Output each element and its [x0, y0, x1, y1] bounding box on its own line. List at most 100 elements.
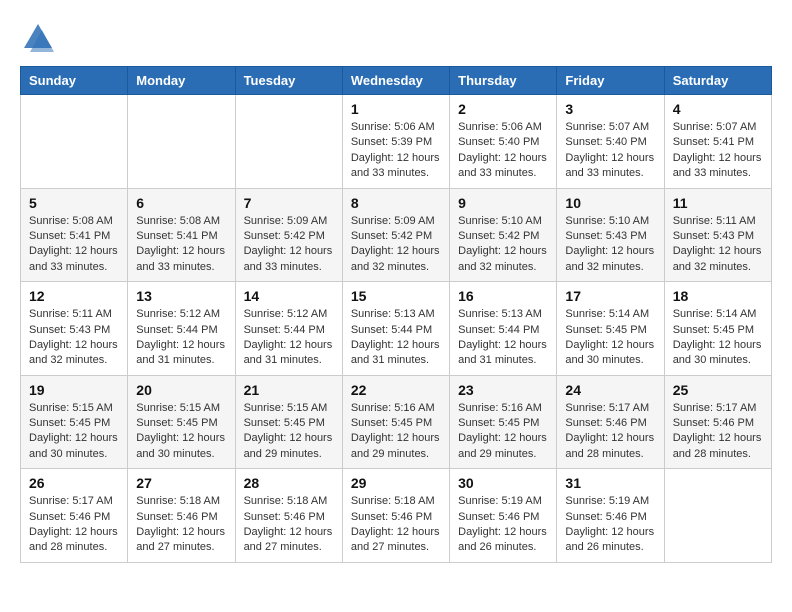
calendar-cell: 21 Sunrise: 5:15 AM Sunset: 5:45 PM Dayli…: [235, 375, 342, 469]
day-number: 30: [458, 475, 548, 491]
calendar-cell: 9Sunrise: 5:10 AM Sunset: 5:42 PM Daylig…: [450, 188, 557, 282]
day-info: Sunrise: 5:16 AM Sunset: 5:45 PM Dayligh…: [458, 401, 548, 463]
calendar-cell: 3 Sunrise: 5:07 AM Sunset: 5:40 PM Daylig…: [557, 95, 664, 189]
day-number: 27: [136, 475, 226, 491]
col-header-tuesday: Tuesday: [235, 67, 342, 95]
day-number: 10: [565, 195, 655, 211]
calendar-cell: 1Sunrise: 5:06 AM Sunset: 5:39 PM Daylig…: [342, 95, 449, 189]
calendar-cell: [664, 469, 771, 563]
day-info: Sunrise: 5:17 AM Sunset: 5:46 PM Dayligh…: [565, 401, 655, 463]
calendar-cell: 27 Sunrise: 5:18 AM Sunset: 5:46 PM Dayli…: [128, 469, 235, 563]
logo: [20, 20, 60, 56]
day-number: 15: [351, 288, 441, 304]
day-number: 17: [565, 288, 655, 304]
day-info: Sunrise: 5:14 AM Sunset: 5:45 PM Dayligh…: [673, 307, 763, 369]
day-info: Sunrise: 5:15 AM Sunset: 5:45 PM Dayligh…: [136, 401, 226, 463]
day-info: Sunrise: 5:15 AM Sunset: 5:45 PM Dayligh…: [244, 401, 334, 463]
day-info: Sunrise: 5:17 AM Sunset: 5:46 PM Dayligh…: [29, 494, 119, 556]
day-info: Sunrise: 5:11 AM Sunset: 5:43 PM Dayligh…: [673, 214, 763, 276]
calendar-cell: [235, 95, 342, 189]
day-info: Sunrise: 5:09 AM Sunset: 5:42 PM Dayligh…: [244, 214, 334, 276]
day-info: Sunrise: 5:13 AM Sunset: 5:44 PM Dayligh…: [351, 307, 441, 369]
col-header-friday: Friday: [557, 67, 664, 95]
day-number: 18: [673, 288, 763, 304]
day-number: 7: [244, 195, 334, 211]
day-number: 20: [136, 382, 226, 398]
calendar-week-5: 26Sunrise: 5:17 AM Sunset: 5:46 PM Dayli…: [21, 469, 772, 563]
calendar-week-3: 12Sunrise: 5:11 AM Sunset: 5:43 PM Dayli…: [21, 282, 772, 376]
calendar-cell: 2 Sunrise: 5:06 AM Sunset: 5:40 PM Daylig…: [450, 95, 557, 189]
logo-icon: [20, 20, 56, 56]
day-info: Sunrise: 5:18 AM Sunset: 5:46 PM Dayligh…: [351, 494, 441, 556]
day-info: Sunrise: 5:18 AM Sunset: 5:46 PM Dayligh…: [136, 494, 226, 556]
day-number: 4: [673, 101, 763, 117]
calendar-cell: 26Sunrise: 5:17 AM Sunset: 5:46 PM Dayli…: [21, 469, 128, 563]
calendar-cell: 28 Sunrise: 5:18 AM Sunset: 5:46 PM Dayli…: [235, 469, 342, 563]
day-number: 13: [136, 288, 226, 304]
day-info: Sunrise: 5:17 AM Sunset: 5:46 PM Dayligh…: [673, 401, 763, 463]
day-info: Sunrise: 5:10 AM Sunset: 5:42 PM Dayligh…: [458, 214, 548, 276]
day-info: Sunrise: 5:18 AM Sunset: 5:46 PM Dayligh…: [244, 494, 334, 556]
day-number: 16: [458, 288, 548, 304]
calendar-cell: 23 Sunrise: 5:16 AM Sunset: 5:45 PM Dayli…: [450, 375, 557, 469]
calendar-cell: 8 Sunrise: 5:09 AM Sunset: 5:42 PM Daylig…: [342, 188, 449, 282]
day-number: 22: [351, 382, 441, 398]
day-number: 31: [565, 475, 655, 491]
calendar-cell: 10 Sunrise: 5:10 AM Sunset: 5:43 PM Dayli…: [557, 188, 664, 282]
day-info: Sunrise: 5:09 AM Sunset: 5:42 PM Dayligh…: [351, 214, 441, 276]
calendar-table: SundayMondayTuesdayWednesdayThursdayFrid…: [20, 66, 772, 563]
day-number: 14: [244, 288, 334, 304]
calendar-cell: [128, 95, 235, 189]
calendar-cell: 6 Sunrise: 5:08 AM Sunset: 5:41 PM Daylig…: [128, 188, 235, 282]
calendar-cell: 5Sunrise: 5:08 AM Sunset: 5:41 PM Daylig…: [21, 188, 128, 282]
calendar-cell: 16 Sunrise: 5:13 AM Sunset: 5:44 PM Dayli…: [450, 282, 557, 376]
day-number: 21: [244, 382, 334, 398]
calendar-cell: [21, 95, 128, 189]
day-number: 12: [29, 288, 119, 304]
calendar-cell: 29 Sunrise: 5:18 AM Sunset: 5:46 PM Dayli…: [342, 469, 449, 563]
day-number: 25: [673, 382, 763, 398]
calendar-cell: 19 Sunrise: 5:15 AM Sunset: 5:45 PM Dayli…: [21, 375, 128, 469]
col-header-thursday: Thursday: [450, 67, 557, 95]
day-info: Sunrise: 5:13 AM Sunset: 5:44 PM Dayligh…: [458, 307, 548, 369]
day-number: 2: [458, 101, 548, 117]
day-info: Sunrise: 5:08 AM Sunset: 5:41 PM Dayligh…: [136, 214, 226, 276]
day-number: 28: [244, 475, 334, 491]
day-info: Sunrise: 5:12 AM Sunset: 5:44 PM Dayligh…: [244, 307, 334, 369]
day-info: Sunrise: 5:14 AM Sunset: 5:45 PM Dayligh…: [565, 307, 655, 369]
calendar-week-2: 5 Sunrise: 5:08 AM Sunset: 5:41 PM Daylig…: [21, 188, 772, 282]
day-number: 19: [29, 382, 119, 398]
day-number: 23: [458, 382, 548, 398]
calendar-cell: 22 Sunrise: 5:16 AM Sunset: 5:45 PM Dayli…: [342, 375, 449, 469]
calendar-cell: 4 Sunrise: 5:07 AM Sunset: 5:41 PM Daylig…: [664, 95, 771, 189]
calendar-week-1: 1Sunrise: 5:06 AM Sunset: 5:39 PM Daylig…: [21, 95, 772, 189]
calendar-cell: 30Sunrise: 5:19 AM Sunset: 5:46 PM Dayli…: [450, 469, 557, 563]
calendar-cell: 7 Sunrise: 5:09 AM Sunset: 5:42 PM Daylig…: [235, 188, 342, 282]
calendar-cell: 17 Sunrise: 5:14 AM Sunset: 5:45 PM Dayli…: [557, 282, 664, 376]
calendar-cell: 20 Sunrise: 5:15 AM Sunset: 5:45 PM Dayli…: [128, 375, 235, 469]
day-info: Sunrise: 5:07 AM Sunset: 5:41 PM Dayligh…: [673, 120, 763, 182]
page-header: [20, 20, 772, 56]
calendar-cell: 12Sunrise: 5:11 AM Sunset: 5:43 PM Dayli…: [21, 282, 128, 376]
calendar-cell: 31 Sunrise: 5:19 AM Sunset: 5:46 PM Dayli…: [557, 469, 664, 563]
day-number: 8: [351, 195, 441, 211]
day-info: Sunrise: 5:15 AM Sunset: 5:45 PM Dayligh…: [29, 401, 119, 463]
calendar-cell: 14 Sunrise: 5:12 AM Sunset: 5:44 PM Dayli…: [235, 282, 342, 376]
calendar-cell: 25 Sunrise: 5:17 AM Sunset: 5:46 PM Dayli…: [664, 375, 771, 469]
col-header-monday: Monday: [128, 67, 235, 95]
day-number: 6: [136, 195, 226, 211]
day-info: Sunrise: 5:16 AM Sunset: 5:45 PM Dayligh…: [351, 401, 441, 463]
col-header-sunday: Sunday: [21, 67, 128, 95]
day-info: Sunrise: 5:19 AM Sunset: 5:46 PM Dayligh…: [565, 494, 655, 556]
col-header-wednesday: Wednesday: [342, 67, 449, 95]
day-number: 11: [673, 195, 763, 211]
day-number: 5: [29, 195, 119, 211]
day-info: Sunrise: 5:10 AM Sunset: 5:43 PM Dayligh…: [565, 214, 655, 276]
calendar-cell: 18 Sunrise: 5:14 AM Sunset: 5:45 PM Dayli…: [664, 282, 771, 376]
day-info: Sunrise: 5:06 AM Sunset: 5:40 PM Dayligh…: [458, 120, 548, 182]
day-info: Sunrise: 5:07 AM Sunset: 5:40 PM Dayligh…: [565, 120, 655, 182]
day-number: 29: [351, 475, 441, 491]
calendar-header-row: SundayMondayTuesdayWednesdayThursdayFrid…: [21, 67, 772, 95]
day-number: 24: [565, 382, 655, 398]
day-number: 3: [565, 101, 655, 117]
